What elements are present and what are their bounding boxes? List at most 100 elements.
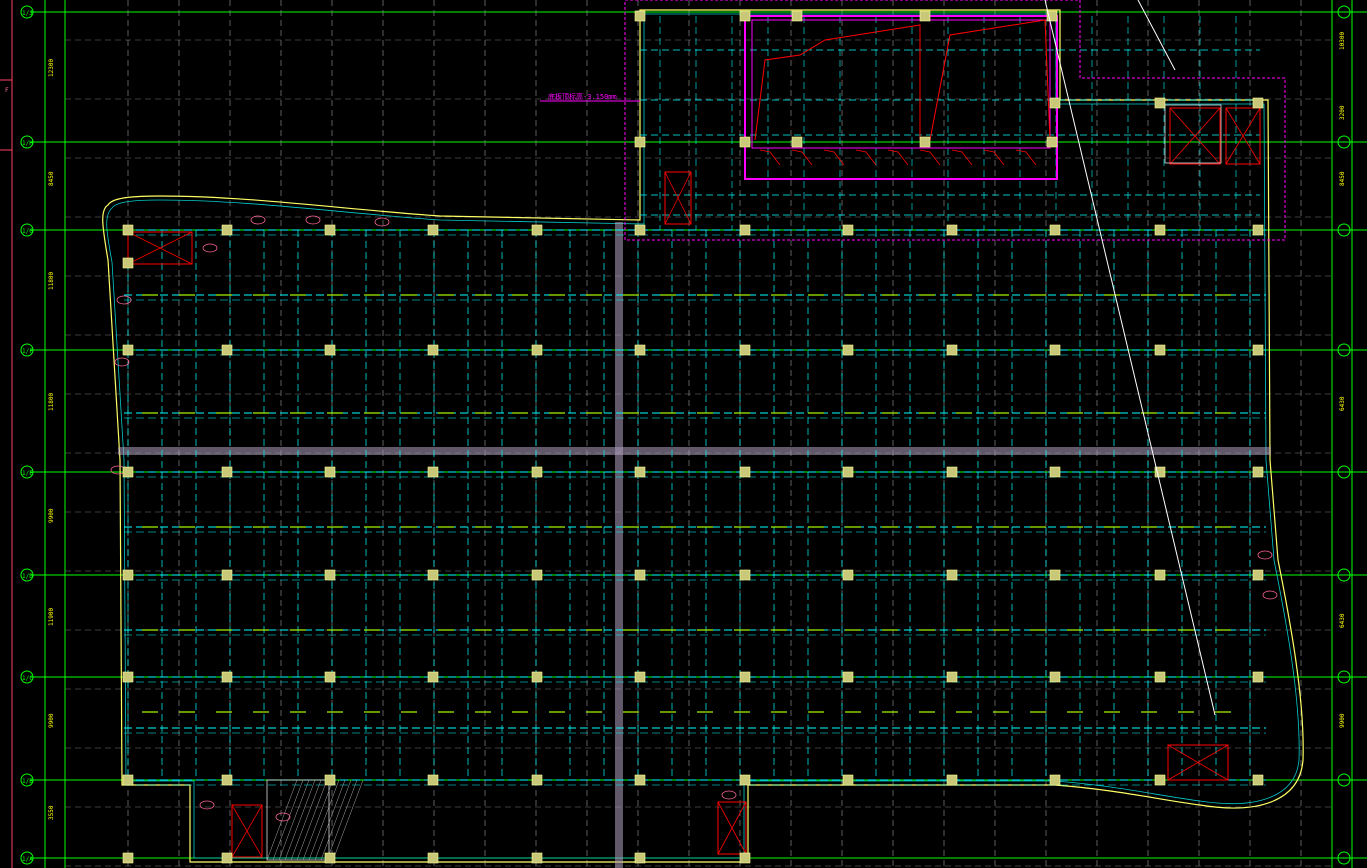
axis-label: 1/B <box>22 778 33 785</box>
dimension-label: 11800 <box>48 272 55 290</box>
column-icon <box>427 569 439 581</box>
column-icon <box>1049 97 1061 109</box>
column-icon <box>1049 466 1061 478</box>
axis-label: 1/A <box>22 856 33 863</box>
column-icon <box>324 852 336 864</box>
column-icon <box>427 466 439 478</box>
axis-label: 1/D <box>22 573 33 580</box>
column-icon <box>1154 344 1166 356</box>
column-icon <box>842 344 854 356</box>
axis-label: 1/J <box>22 10 33 17</box>
column-icon <box>324 344 336 356</box>
column-icon <box>531 224 543 236</box>
column-icon <box>1049 774 1061 786</box>
column-icon <box>634 224 646 236</box>
hatch-line <box>308 779 340 861</box>
column-icon <box>1154 224 1166 236</box>
beam-layer <box>110 16 1278 861</box>
hatch-line <box>278 779 310 861</box>
column-icon <box>1154 97 1166 109</box>
column-icon <box>842 774 854 786</box>
dimension-label: 3550 <box>48 805 55 820</box>
rebar-hook <box>855 149 877 166</box>
column-icon <box>842 466 854 478</box>
rebar-hook <box>791 149 813 166</box>
hatch-line <box>314 779 346 861</box>
axis-label-strip: F <box>0 0 13 868</box>
column-icon <box>1049 344 1061 356</box>
column-icon <box>1154 774 1166 786</box>
column-icon <box>1252 671 1264 683</box>
column-icon <box>427 774 439 786</box>
dimension-label: 3200 <box>1339 105 1346 120</box>
column-icon <box>1252 224 1264 236</box>
column-icon <box>946 774 958 786</box>
frame-lines <box>44 0 1353 868</box>
column-icon <box>122 344 134 356</box>
column-icon <box>739 224 751 236</box>
section-tag <box>721 790 737 800</box>
column-icon <box>739 466 751 478</box>
dimension-label: 9900 <box>48 713 55 728</box>
axis-label: 1/G <box>22 228 33 235</box>
column-icon <box>221 774 233 786</box>
column-icon <box>842 671 854 683</box>
core-boundary <box>624 0 1286 241</box>
column-icon <box>531 569 543 581</box>
hatch-line <box>320 779 352 861</box>
column-icon <box>791 10 803 22</box>
slab-edge-inner <box>106 13 1300 859</box>
axis-label: 1/E <box>22 470 33 477</box>
column-icon <box>221 852 233 864</box>
column-icon <box>324 466 336 478</box>
column-icon <box>634 671 646 683</box>
rebar-hook <box>919 149 941 166</box>
column-icon <box>122 224 134 236</box>
building-outline <box>102 9 1304 868</box>
column-icon <box>1252 97 1264 109</box>
column-icon <box>739 136 751 148</box>
column-icon <box>324 774 336 786</box>
slab-edge <box>102 9 1304 863</box>
column-icon <box>427 852 439 864</box>
rebar-hook <box>983 149 1005 166</box>
column-icon <box>739 774 751 786</box>
column-icon <box>634 136 646 148</box>
core-wall <box>744 15 1058 180</box>
elevation-note: 底板顶标高-3.150mm <box>548 92 617 101</box>
dimension-label: 11900 <box>48 608 55 626</box>
core-wall-layer <box>624 0 1286 241</box>
column-icon <box>531 466 543 478</box>
dimension-label: 9900 <box>48 508 55 523</box>
cad-drawing-canvas[interactable]: F 1/J 1/H 1/G 1/F 1/E 1/D 1/C 1/B 1/A 12300 8450 11… <box>0 0 1367 868</box>
section-line <box>1044 0 1216 716</box>
column-icon <box>919 136 931 148</box>
column-icon <box>634 852 646 864</box>
column-icon <box>1252 344 1264 356</box>
column-icon <box>221 569 233 581</box>
dimension-label: 11800 <box>48 393 55 411</box>
column-icon <box>739 10 751 22</box>
section-tag <box>202 243 218 253</box>
section-tag <box>1262 590 1278 600</box>
side-mark: F <box>5 87 9 94</box>
column-icon <box>531 671 543 683</box>
column-icon <box>122 671 134 683</box>
column-icon <box>919 10 931 22</box>
axis-label: 1/F <box>22 348 33 355</box>
axis-label: 1/C <box>22 675 33 682</box>
column-icon <box>221 224 233 236</box>
hatch-line <box>296 779 328 861</box>
hatch-line <box>290 779 322 861</box>
column-icon <box>1049 671 1061 683</box>
rebar-line <box>754 24 921 141</box>
column-icon <box>531 344 543 356</box>
section-tag <box>305 215 321 225</box>
hatch-line <box>266 779 298 861</box>
dimension-label: 10300 <box>1339 32 1346 50</box>
column-icon <box>427 344 439 356</box>
column-icon <box>634 344 646 356</box>
dimension-label: 6430 <box>1339 613 1346 628</box>
hatch-line <box>326 779 358 861</box>
column-icon <box>1046 136 1058 148</box>
